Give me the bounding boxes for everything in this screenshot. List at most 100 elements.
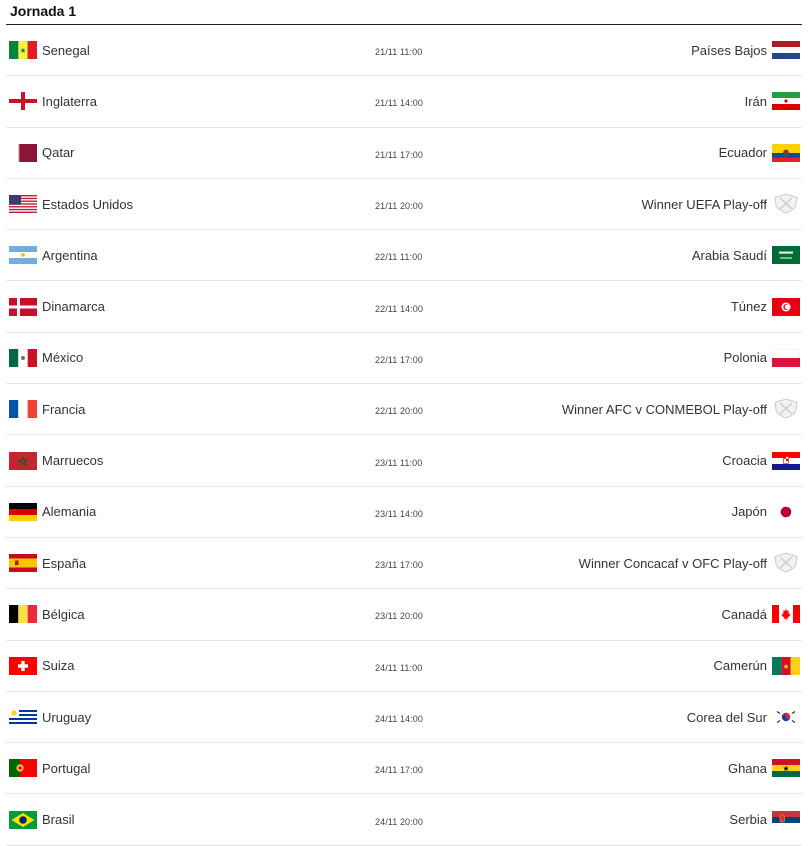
spain-flag <box>9 554 37 573</box>
away-team[interactable]: Winner UEFA Play-off <box>642 179 800 229</box>
away-team-name: Ghana <box>727 760 767 776</box>
match-row[interactable]: Suiza 24/11 11:00 Camerún <box>6 641 802 692</box>
home-team[interactable]: Uruguay <box>9 692 91 742</box>
match-row[interactable]: Marruecos 23/11 11:00 Croacia <box>6 435 802 487</box>
away-team[interactable]: Arabia Saudí <box>692 230 800 280</box>
away-team[interactable]: Croacia <box>722 435 800 485</box>
match-row[interactable]: Senegal 21/11 11:00 Países Bajos <box>6 25 802 77</box>
poland-flag <box>772 348 800 367</box>
japan-flag <box>772 502 800 521</box>
away-team-name: Países Bajos <box>691 42 767 58</box>
south-korea-flag <box>772 708 800 726</box>
home-team-name: Alemania <box>42 504 97 520</box>
away-team[interactable]: Corea del Sur <box>687 692 800 742</box>
home-team[interactable]: México <box>9 333 83 383</box>
away-team-name: Serbia <box>729 812 767 828</box>
match-datetime: 24/11 11:00 <box>375 662 423 673</box>
home-team-name: México <box>42 350 84 366</box>
away-team-name: Camerún <box>713 658 767 674</box>
brazil-flag <box>9 810 37 829</box>
home-team[interactable]: Suiza <box>9 641 75 691</box>
home-team[interactable]: Dinamarca <box>9 281 105 331</box>
away-team[interactable]: Camerún <box>714 641 800 691</box>
home-team-name: Brasil <box>42 812 75 828</box>
home-team[interactable]: Brasil <box>9 794 75 844</box>
home-team-name: Senegal <box>42 42 90 58</box>
match-datetime: 21/11 20:00 <box>375 201 423 212</box>
match-datetime: 23/11 17:00 <box>375 560 423 571</box>
match-row[interactable]: Uruguay 24/11 14:00 Corea del Sur <box>6 692 802 744</box>
away-team-name: Irán <box>744 93 767 109</box>
home-team[interactable]: Inglaterra <box>9 76 97 126</box>
away-team-name: Winner UEFA Play-off <box>641 196 767 212</box>
home-team[interactable]: Qatar <box>9 128 75 178</box>
away-team[interactable]: Winner Concacaf v OFC Play-off <box>579 538 800 588</box>
belgium-flag <box>9 605 37 624</box>
away-team-name: Polonia <box>723 350 767 366</box>
qatar-flag <box>9 143 37 162</box>
match-row[interactable]: Qatar 21/11 17:00 Ecuador <box>6 128 802 179</box>
away-team[interactable]: Túnez <box>731 281 800 331</box>
match-datetime: 24/11 20:00 <box>375 816 423 827</box>
home-team-name: Uruguay <box>42 709 92 725</box>
round-title: Jornada 1 <box>6 0 802 25</box>
away-team[interactable]: Países Bajos <box>691 25 800 75</box>
match-datetime: 22/11 11:00 <box>375 252 423 263</box>
home-team-name: Estados Unidos <box>42 196 134 212</box>
away-team-name: Ecuador <box>718 145 767 161</box>
away-team[interactable]: Canadá <box>721 589 800 639</box>
home-team-name: Portugal <box>42 760 91 776</box>
match-datetime: 24/11 17:00 <box>375 765 423 776</box>
away-team[interactable]: Winner AFC v CONMEBOL Play-off <box>562 384 800 434</box>
home-team[interactable]: Alemania <box>9 487 96 537</box>
away-team-name: Canadá <box>721 606 767 622</box>
away-team[interactable]: Ghana <box>728 743 800 793</box>
cameroon-flag <box>772 656 800 675</box>
away-team[interactable]: Serbia <box>729 794 800 844</box>
home-team[interactable]: Argentina <box>9 230 98 280</box>
home-team[interactable]: Francia <box>9 384 85 434</box>
match-row[interactable]: Alemania 23/11 14:00 Japón <box>6 487 802 538</box>
fixtures-table: Jornada 1 Senegal 21/11 11:00 Países Bajos… <box>6 0 802 846</box>
match-row[interactable]: Estados Unidos 21/11 20:00 Winner UEFA Pla… <box>6 179 802 231</box>
home-team-name: Francia <box>42 401 86 417</box>
away-team[interactable]: Polonia <box>724 333 800 383</box>
match-row[interactable]: Argentina 22/11 11:00 Arabia Saudí <box>6 230 802 282</box>
match-row[interactable]: Brasil 24/11 20:00 Serbia <box>6 794 802 846</box>
away-team[interactable]: Ecuador <box>719 128 800 178</box>
canada-flag <box>772 605 800 624</box>
home-team[interactable]: Senegal <box>9 25 90 75</box>
home-team-name: España <box>42 555 87 571</box>
match-datetime: 22/11 14:00 <box>375 303 423 314</box>
denmark-flag <box>9 297 37 316</box>
home-team[interactable]: España <box>9 538 86 588</box>
match-row[interactable]: Inglaterra 21/11 14:00 Irán <box>6 76 802 128</box>
match-datetime: 21/11 14:00 <box>375 98 423 109</box>
home-team-name: Dinamarca <box>42 299 105 315</box>
croatia-flag <box>772 451 800 470</box>
away-team-name: Winner AFC v CONMEBOL Play-off <box>561 401 767 417</box>
match-row[interactable]: México 22/11 17:00 Polonia <box>6 333 802 385</box>
placeholder-shield-icon <box>772 193 800 215</box>
match-row[interactable]: España 23/11 17:00 Winner Concacaf v OFC P… <box>6 538 802 590</box>
home-team[interactable]: Estados Unidos <box>9 179 133 229</box>
match-datetime: 23/11 20:00 <box>375 611 423 622</box>
senegal-flag <box>9 41 37 60</box>
morocco-flag <box>9 451 37 470</box>
away-team-name: Túnez <box>730 299 767 315</box>
away-team-name: Arabia Saudí <box>691 247 767 263</box>
home-team[interactable]: Bélgica <box>9 589 85 639</box>
home-team-name: Marruecos <box>42 453 104 469</box>
match-row[interactable]: Dinamarca 22/11 14:00 Túnez <box>6 281 802 333</box>
away-team[interactable]: Japón <box>732 487 800 537</box>
home-team[interactable]: Portugal <box>9 743 90 793</box>
home-team[interactable]: Marruecos <box>9 435 103 485</box>
match-row[interactable]: Bélgica 23/11 20:00 Canadá <box>6 589 802 641</box>
match-datetime: 21/11 17:00 <box>375 149 423 160</box>
match-row[interactable]: Francia 22/11 20:00 Winner AFC v CONMEBOL … <box>6 384 802 436</box>
away-team[interactable]: Irán <box>745 76 800 126</box>
match-row[interactable]: Portugal 24/11 17:00 Ghana <box>6 743 802 795</box>
match-list: Senegal 21/11 11:00 Países Bajos Inglaterra… <box>6 25 802 846</box>
uruguay-flag <box>9 708 37 726</box>
match-datetime: 22/11 20:00 <box>375 406 423 417</box>
